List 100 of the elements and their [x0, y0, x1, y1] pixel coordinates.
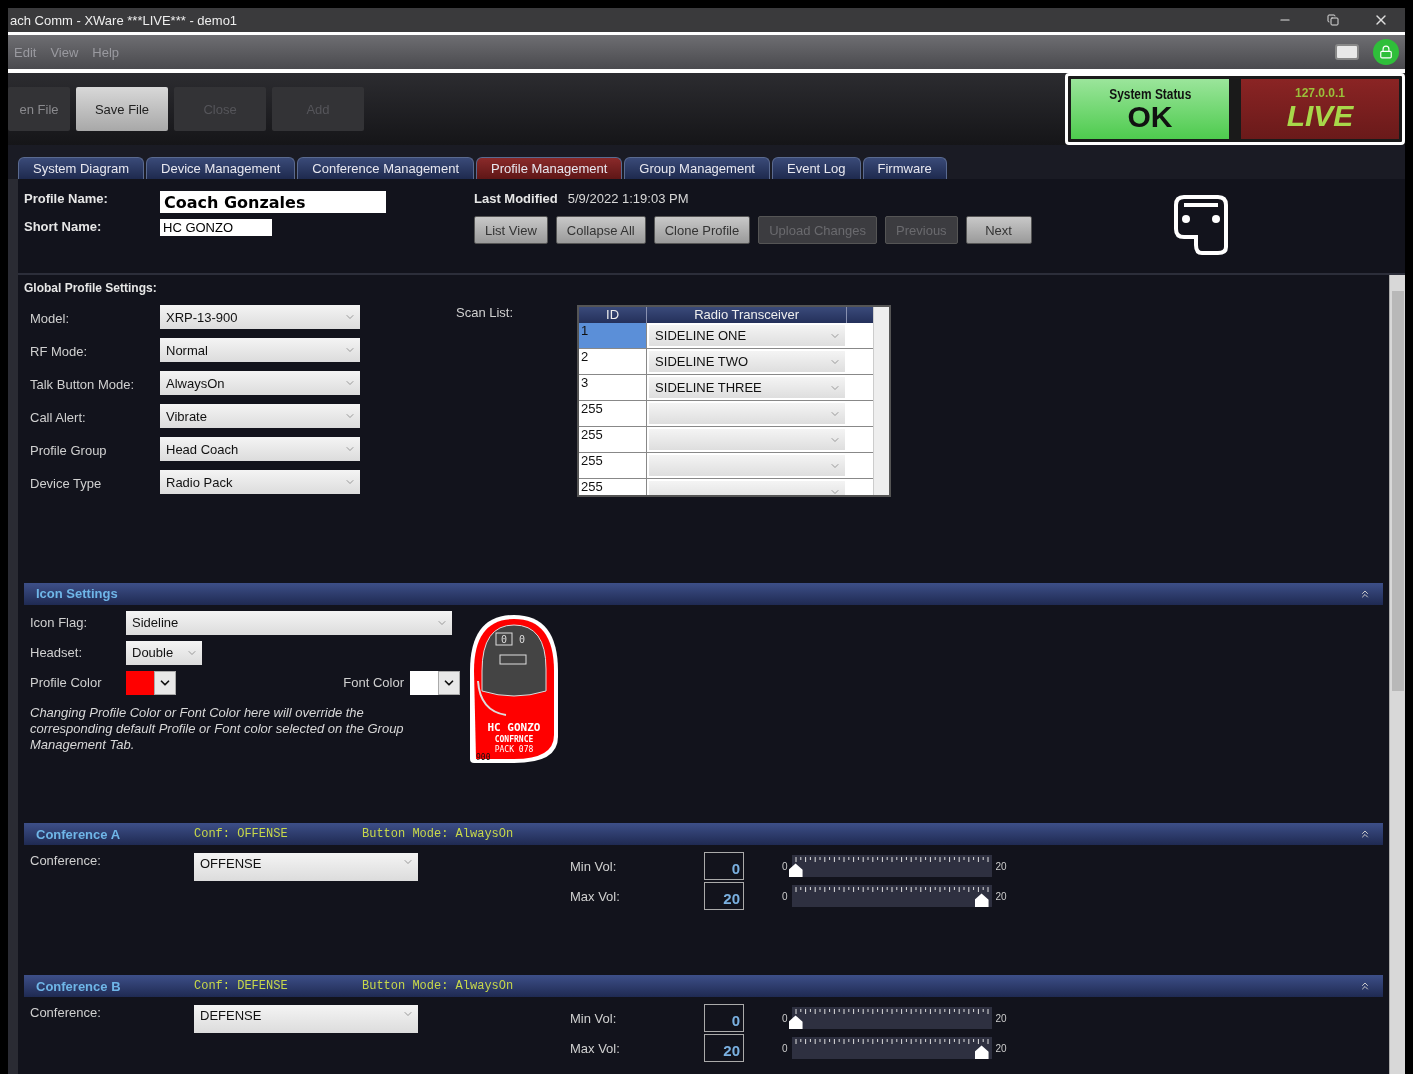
slider-thumb[interactable]	[788, 863, 803, 878]
field-label: Max Vol:	[570, 1040, 620, 1056]
field-label: Conference:	[30, 1005, 102, 1023]
tab[interactable]: Profile Management	[476, 157, 623, 179]
slider-thumb[interactable]	[974, 893, 989, 908]
dropdown[interactable]: XRP-13-900	[160, 305, 360, 329]
tab[interactable]: Firmware	[862, 157, 947, 179]
volume-reading: 0	[704, 1004, 744, 1033]
live-label: LIVE	[1286, 100, 1354, 132]
dropdown[interactable]: Radio Pack	[160, 470, 360, 494]
slider-max-label: 20	[995, 890, 1007, 902]
slider-min-label: 0	[782, 1012, 788, 1024]
scan-list-label: Scan List:	[456, 305, 514, 322]
button-mode-summary: Button Mode: AlwaysOn	[362, 979, 514, 994]
collapse-icon	[1359, 828, 1371, 841]
dropdown[interactable]: Head Coach	[160, 437, 360, 461]
slider-max-label: 20	[995, 860, 1007, 872]
id-cell[interactable]: 255	[579, 479, 648, 495]
tab[interactable]: Conference Management	[297, 157, 474, 179]
id-cell[interactable]: 255	[579, 453, 648, 478]
conference-summary: Conf: DEFENSE	[194, 979, 289, 994]
scrollbar[interactable]	[1389, 275, 1405, 1074]
tab[interactable]: Group Management	[624, 157, 770, 179]
window-title: ach Comm - XWare ***LIVE*** - demo1	[10, 12, 239, 28]
toolbar-button[interactable]: Save File	[76, 87, 168, 131]
id-cell[interactable]: 255	[579, 427, 648, 452]
tab[interactable]: Device Management	[146, 157, 296, 179]
volume-reading: 20	[704, 1034, 744, 1063]
dropdown[interactable]: DEFENSE	[194, 1005, 418, 1034]
id-cell[interactable]: 3	[579, 375, 648, 400]
slider-thumb[interactable]	[974, 1045, 989, 1060]
slider-min-label: 0	[782, 890, 788, 902]
field-label: Headset:	[30, 645, 84, 661]
restore-icon	[1327, 14, 1339, 26]
volume-slider[interactable]	[791, 855, 992, 878]
tab[interactable]: System Diagram	[18, 157, 145, 179]
collapse-button[interactable]	[1359, 828, 1371, 841]
device-icon[interactable]	[1335, 44, 1359, 60]
lock-icon	[1379, 45, 1393, 59]
collapse-button[interactable]	[1359, 980, 1371, 993]
override-note: Changing Profile Color or Font Color here will override the corresponding default Profile or Font color selected on the Group Management Tab.	[30, 704, 405, 753]
button-mode-summary: Button Mode: AlwaysOn	[362, 827, 514, 842]
section-title: Conference B	[36, 978, 122, 994]
color-swatch[interactable]	[126, 670, 154, 695]
scrollbar[interactable]	[873, 307, 890, 495]
transceiver-dropdown[interactable]: SIDELINE THREE	[649, 377, 846, 398]
badge-conference: CONFRNCE	[494, 734, 534, 744]
collapse-icon	[1359, 980, 1371, 993]
dropdown[interactable]: Double	[126, 640, 202, 665]
volume-slider[interactable]	[791, 885, 992, 908]
short-name-label: Short Name:	[24, 219, 103, 236]
transceiver-dropdown[interactable]: SIDELINE ONE	[649, 325, 846, 346]
dropdown[interactable]: AlwaysOn	[160, 371, 360, 395]
badge-counter: 0	[501, 633, 507, 645]
field-label: Call Alert:	[30, 409, 87, 427]
section-title: Conference A	[36, 826, 122, 842]
slider-max-label: 20	[995, 1042, 1007, 1054]
action-button[interactable]: List View	[474, 216, 548, 244]
slider-min-label: 0	[782, 1042, 788, 1054]
tab[interactable]: Event Log	[772, 157, 861, 179]
field-label: Profile Color	[30, 675, 103, 691]
field-label: Font Color	[343, 675, 404, 691]
short-name-field[interactable]: HC GONZO	[160, 219, 272, 236]
dropdown[interactable]: Vibrate	[160, 404, 360, 428]
action-button[interactable]: Clone Profile	[653, 216, 751, 244]
toolbar-button[interactable]: en File	[8, 87, 70, 131]
last-modified-label: Last Modified	[474, 191, 558, 206]
color-swatch[interactable]	[410, 670, 438, 695]
section-title: Icon Settings	[36, 586, 119, 602]
field-label: Model:	[30, 310, 71, 328]
field-label: Profile Group	[30, 442, 108, 460]
action-button[interactable]: Collapse All	[555, 216, 646, 244]
field-label: Min Vol:	[570, 1010, 618, 1026]
field-label: Talk Button Mode:	[30, 376, 136, 394]
section-title: Global Profile Settings:	[24, 281, 158, 295]
badge-counter: 0	[519, 633, 525, 645]
dropdown-button[interactable]	[438, 670, 460, 695]
volume-slider[interactable]	[791, 1007, 992, 1030]
dropdown[interactable]: OFFENSE	[194, 853, 418, 882]
field-label: Min Vol:	[570, 858, 618, 874]
ip-address: 127.0.0.1	[1294, 86, 1345, 100]
dropdown[interactable]: Normal	[160, 338, 360, 362]
action-button[interactable]: Next	[965, 216, 1032, 244]
id-cell[interactable]: 255	[579, 401, 648, 426]
volume-slider[interactable]	[791, 1037, 992, 1060]
profile-name-label: Profile Name:	[24, 191, 109, 208]
field-label: Icon Flag:	[30, 615, 89, 631]
id-cell[interactable]: 1	[579, 323, 648, 348]
dropdown-button[interactable]	[154, 670, 176, 695]
profile-name-field[interactable]: Coach Gonzales	[160, 191, 386, 213]
lock-button[interactable]	[1373, 39, 1399, 65]
scrollbar-thumb[interactable]	[1391, 291, 1404, 691]
slider-min-label: 0	[782, 860, 788, 872]
field-label: Device Type	[30, 475, 103, 493]
slider-thumb[interactable]	[788, 1015, 803, 1030]
field-label: Max Vol:	[570, 888, 620, 904]
id-cell[interactable]: 2	[579, 349, 648, 374]
dropdown[interactable]: Sideline	[126, 610, 452, 635]
transceiver-dropdown[interactable]: SIDELINE TWO	[649, 351, 846, 372]
field-label: Conference:	[30, 853, 102, 871]
